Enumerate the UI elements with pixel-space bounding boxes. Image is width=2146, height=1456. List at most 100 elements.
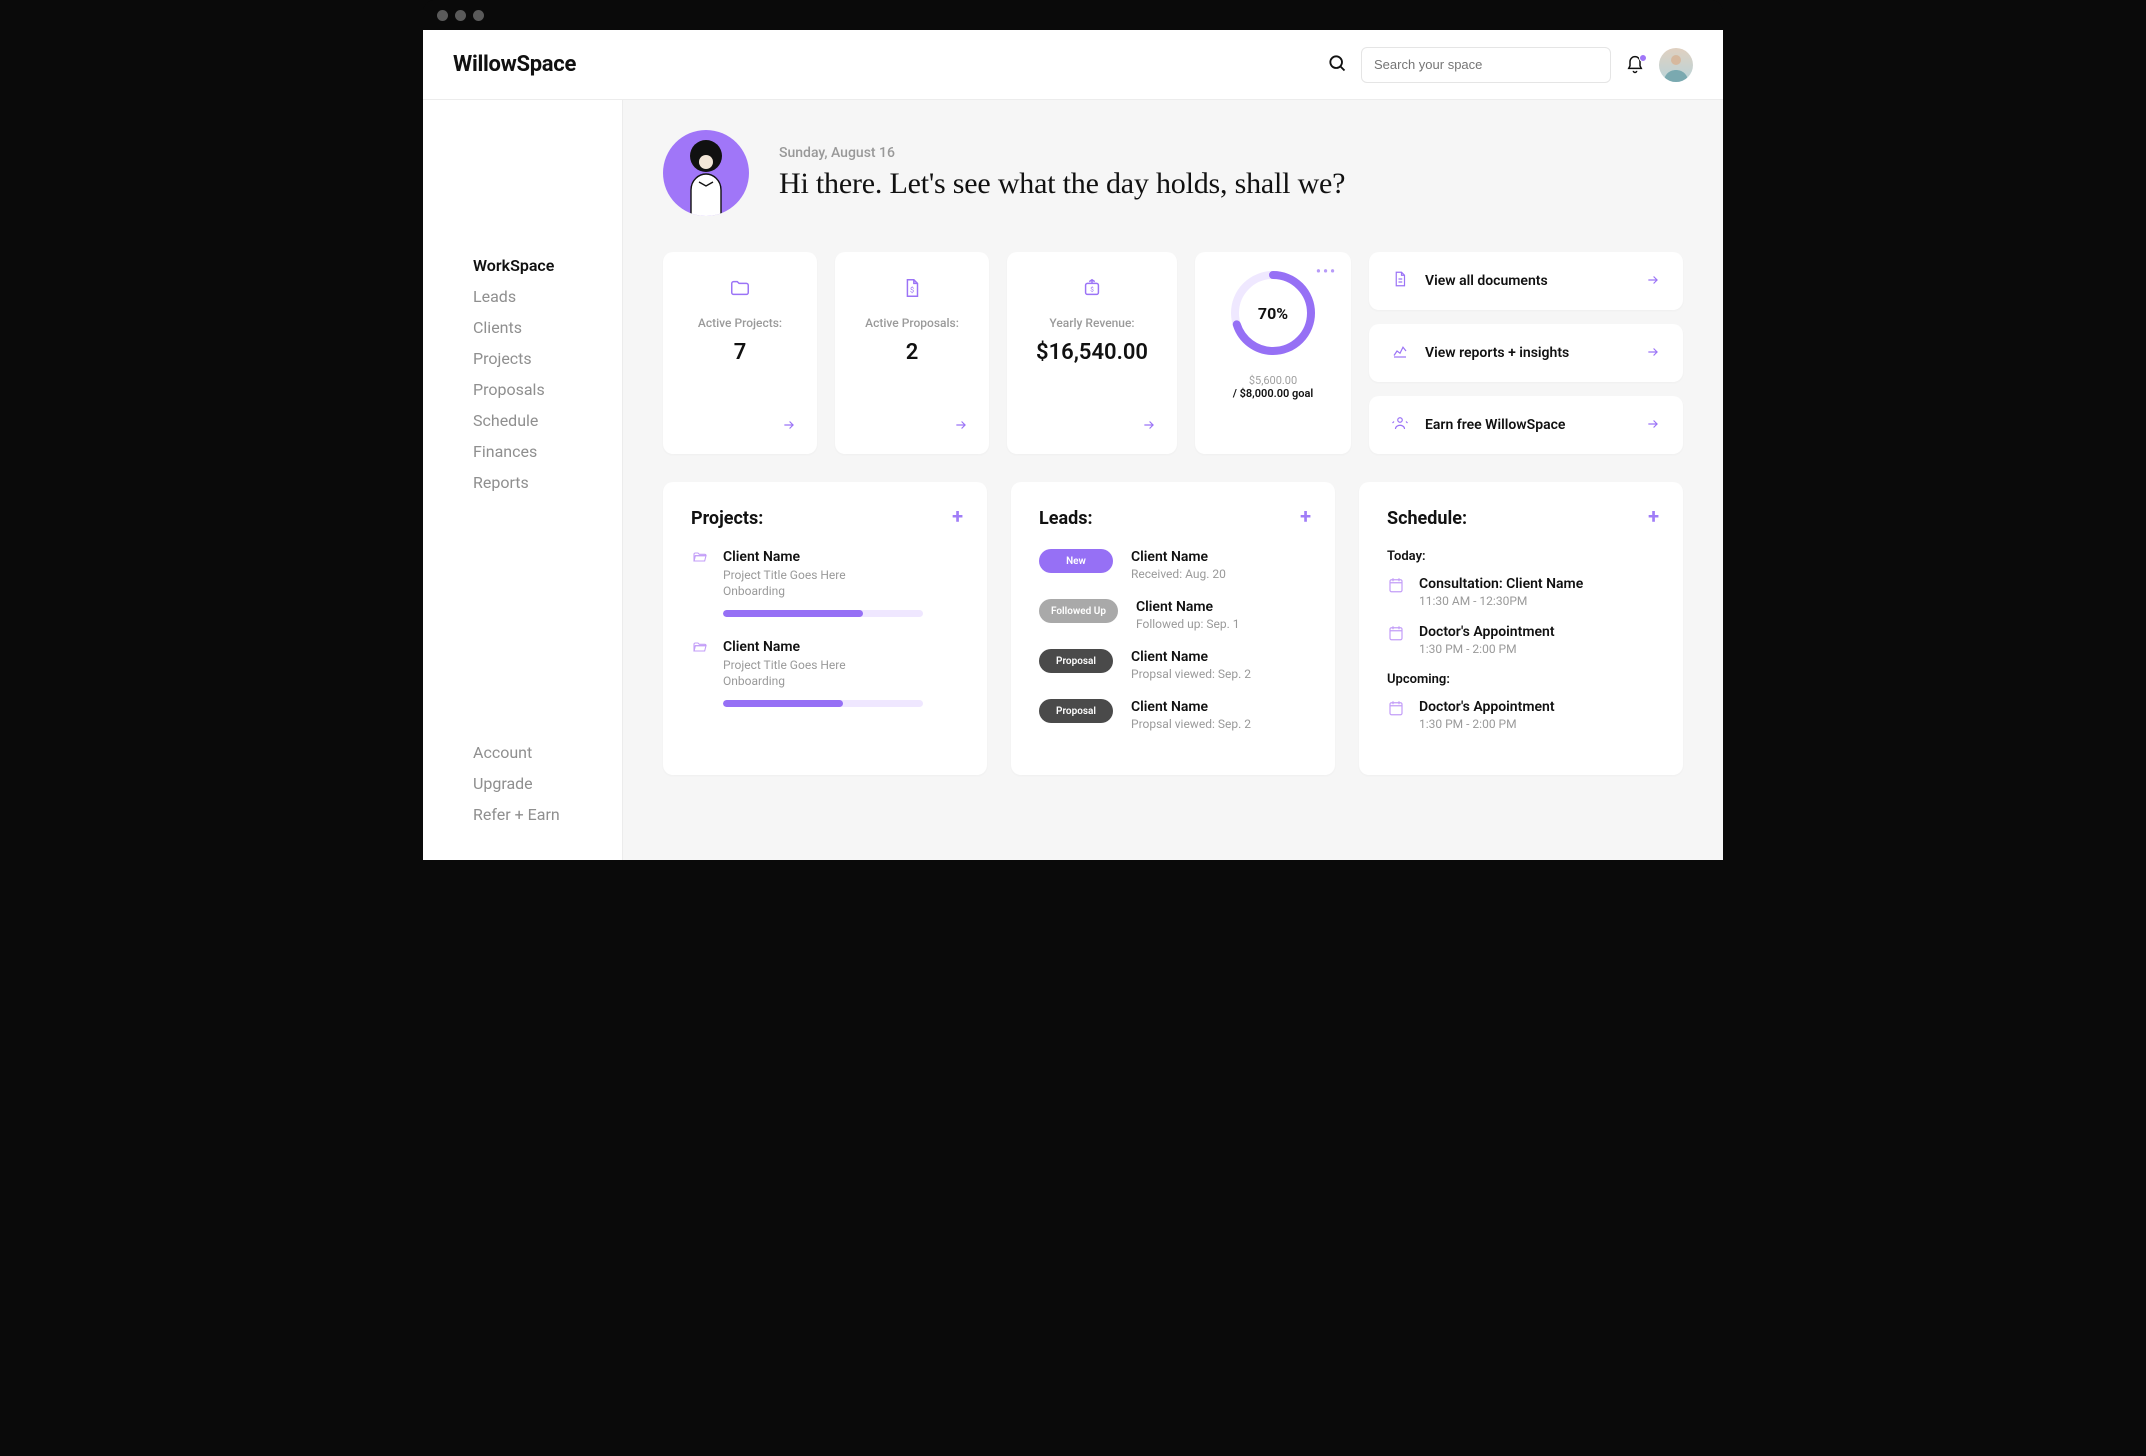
- project-item[interactable]: Client NameProject Title Goes HereOnboar…: [691, 549, 959, 617]
- sidebar-item-reports[interactable]: Reports: [473, 467, 622, 498]
- schedule-event-time: 1:30 PM - 2:00 PM: [1419, 717, 1555, 731]
- arrow-right-icon: [1645, 416, 1661, 435]
- leads-panel: + Leads: New Client Name Received: Aug. 20…: [1011, 482, 1335, 775]
- arrow-right-icon: [1645, 344, 1661, 363]
- stat-label: Yearly Revenue:: [1049, 316, 1134, 330]
- document-dollar-icon: $: [901, 276, 923, 300]
- stat-goal-progress[interactable]: ••• 70% $5,600.00 / $8,000.00 goal: [1195, 252, 1351, 454]
- project-title: Project Title Goes Here: [723, 658, 959, 672]
- folder-icon: [729, 276, 751, 300]
- user-avatar[interactable]: [1659, 48, 1693, 82]
- action-view-all-documents[interactable]: View all documents: [1369, 252, 1683, 310]
- lead-status-pill: Proposal: [1039, 699, 1113, 723]
- stat-value: $16,540.00: [1036, 340, 1148, 365]
- action-icon: [1391, 342, 1409, 364]
- notifications-button[interactable]: [1625, 55, 1645, 75]
- project-client: Client Name: [723, 549, 959, 565]
- sidebar-item-account[interactable]: Account: [473, 737, 622, 768]
- project-client: Client Name: [723, 639, 959, 655]
- sidebar: WorkSpaceLeadsClientsProjectsProposalsSc…: [423, 100, 623, 860]
- schedule-today-label: Today:: [1387, 549, 1655, 564]
- lead-client: Client Name: [1131, 699, 1251, 715]
- add-project-button[interactable]: +: [952, 504, 963, 528]
- stat-label: Active Proposals:: [865, 316, 959, 330]
- sidebar-item-workspace[interactable]: WorkSpace: [473, 250, 622, 281]
- action-view-reports-insights[interactable]: View reports + insights: [1369, 324, 1683, 382]
- project-item[interactable]: Client Name Project Title Goes Here Onboar…: [691, 639, 959, 707]
- sidebar-item-upgrade[interactable]: Upgrade: [473, 768, 622, 799]
- project-progress: [723, 700, 923, 707]
- lead-client: Client Name: [1131, 649, 1251, 665]
- sidebar-item-refer-earn[interactable]: Refer + Earn: [473, 799, 622, 830]
- lead-client: Client Name: [1131, 549, 1226, 565]
- folder-open-icon: [691, 639, 709, 707]
- calendar-icon: [1387, 624, 1405, 656]
- stat-active-projects[interactable]: Active Projects: 7: [663, 252, 817, 454]
- goal-percent: 70%: [1228, 268, 1318, 358]
- stat-value: 7: [734, 340, 747, 365]
- sidebar-item-projects[interactable]: Projects: [473, 343, 622, 374]
- add-schedule-button[interactable]: +: [1648, 504, 1659, 528]
- lead-item[interactable]: New Client Name Received: Aug. 20: [1039, 549, 1307, 581]
- add-lead-button[interactable]: +: [1300, 504, 1311, 528]
- arrow-right-icon: [1141, 417, 1157, 436]
- brand-logo: WillowSpace: [453, 52, 576, 77]
- schedule-event-title: Consultation: Client Name: [1419, 576, 1583, 592]
- schedule-event-time: 1:30 PM - 2:00 PM: [1419, 642, 1555, 656]
- action-icon: [1391, 414, 1409, 436]
- schedule-item[interactable]: Consultation: Client Name 11:30 AM - 12:3…: [1387, 576, 1655, 608]
- stat-yearly-revenue[interactable]: $ Yearly Revenue: $16,540.00: [1007, 252, 1177, 454]
- lead-item[interactable]: Proposal Client Name Propsal viewed: Sep. …: [1039, 699, 1307, 731]
- action-label: View all documents: [1425, 273, 1548, 289]
- notification-dot-icon: [1639, 54, 1647, 62]
- project-status: Onboarding: [723, 674, 959, 688]
- topbar: WillowSpace: [423, 30, 1723, 100]
- goal-target: / $8,000.00 goal: [1233, 387, 1314, 400]
- action-label: View reports + insights: [1425, 345, 1569, 361]
- lead-item[interactable]: Proposal Client Name Propsal viewed: Sep. …: [1039, 649, 1307, 681]
- schedule-panel: + Schedule: Today: Consultation: Client …: [1359, 482, 1683, 775]
- schedule-upcoming-label: Upcoming:: [1387, 672, 1655, 687]
- search-icon[interactable]: [1327, 53, 1347, 77]
- projects-panel: + Projects: Client NameProject Title Goe…: [663, 482, 987, 775]
- window-titlebar: [423, 0, 1723, 30]
- arrow-right-icon: [781, 417, 797, 436]
- svg-text:$: $: [1090, 286, 1094, 294]
- lead-item[interactable]: Followed Up Client Name Followed up: Sep. …: [1039, 599, 1307, 631]
- schedule-item[interactable]: Doctor's Appointment 1:30 PM - 2:00 PM: [1387, 699, 1655, 731]
- sidebar-item-finances[interactable]: Finances: [473, 436, 622, 467]
- lead-meta: Propsal viewed: Sep. 2: [1131, 667, 1251, 681]
- calendar-icon: [1387, 699, 1405, 731]
- stat-value: 2: [906, 340, 919, 365]
- traffic-light-minimize-icon[interactable]: [455, 10, 466, 21]
- schedule-item[interactable]: Doctor's Appointment1:30 PM - 2:00 PM: [1387, 624, 1655, 656]
- greeting-avatar: [663, 130, 749, 216]
- more-menu-icon[interactable]: •••: [1316, 264, 1337, 280]
- lead-meta: Followed up: Sep. 1: [1136, 617, 1240, 631]
- lead-status-pill: Proposal: [1039, 649, 1113, 673]
- search-input[interactable]: [1361, 47, 1611, 83]
- sidebar-item-clients[interactable]: Clients: [473, 312, 622, 343]
- traffic-light-close-icon[interactable]: [437, 10, 448, 21]
- leads-title: Leads:: [1039, 508, 1307, 529]
- traffic-light-zoom-icon[interactable]: [473, 10, 484, 21]
- lead-client: Client Name: [1136, 599, 1240, 615]
- lead-meta: Received: Aug. 20: [1131, 567, 1226, 581]
- lead-status-pill: New: [1039, 549, 1113, 573]
- lead-status-pill: Followed Up: [1039, 599, 1118, 623]
- action-earn-free-willowspace[interactable]: Earn free WillowSpace: [1369, 396, 1683, 454]
- revenue-icon: $: [1081, 276, 1103, 300]
- schedule-event-time: 11:30 AM - 12:30PM: [1419, 594, 1583, 608]
- schedule-event-title: Doctor's Appointment: [1419, 699, 1555, 715]
- greeting-date: Sunday, August 16: [779, 145, 1345, 161]
- project-progress: [723, 610, 923, 617]
- sidebar-item-schedule[interactable]: Schedule: [473, 405, 622, 436]
- lead-meta: Propsal viewed: Sep. 2: [1131, 717, 1251, 731]
- action-icon: [1391, 270, 1409, 292]
- stat-active-proposals[interactable]: $ Active Proposals: 2: [835, 252, 989, 454]
- svg-text:$: $: [910, 286, 914, 295]
- schedule-title: Schedule:: [1387, 508, 1655, 529]
- stat-label: Active Projects:: [698, 316, 782, 330]
- sidebar-item-leads[interactable]: Leads: [473, 281, 622, 312]
- sidebar-item-proposals[interactable]: Proposals: [473, 374, 622, 405]
